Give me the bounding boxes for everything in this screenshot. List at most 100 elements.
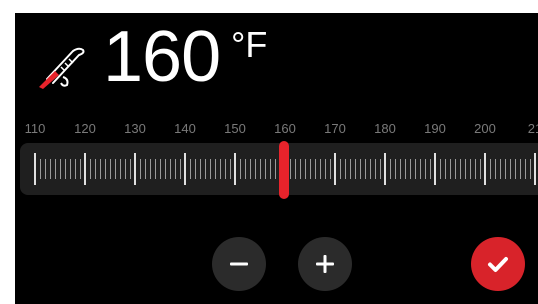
minor-tick xyxy=(530,159,531,179)
minor-tick xyxy=(45,159,46,179)
minor-tick xyxy=(395,159,396,179)
major-tick xyxy=(234,153,236,185)
temperature-value: 160 xyxy=(103,17,221,97)
minor-tick xyxy=(355,159,356,179)
minor-tick xyxy=(345,159,346,179)
minor-tick xyxy=(195,159,196,179)
minor-tick xyxy=(50,159,51,179)
minor-tick xyxy=(250,159,251,179)
minor-tick xyxy=(510,159,511,179)
minor-tick xyxy=(255,159,256,179)
major-tick xyxy=(534,153,536,185)
minor-tick xyxy=(190,159,191,179)
scale-label: 110 xyxy=(24,121,46,136)
minor-tick xyxy=(160,159,161,179)
major-tick xyxy=(434,153,436,185)
minor-tick xyxy=(500,159,501,179)
minor-tick xyxy=(70,159,71,179)
minor-tick xyxy=(175,159,176,179)
minor-tick xyxy=(165,159,166,179)
minor-tick xyxy=(480,159,481,179)
increase-button[interactable] xyxy=(298,237,352,291)
minor-tick xyxy=(240,159,241,179)
minor-tick xyxy=(210,159,211,179)
minor-tick xyxy=(365,159,366,179)
minor-tick xyxy=(525,159,526,179)
minor-tick xyxy=(295,159,296,179)
minor-tick xyxy=(275,159,276,179)
minor-tick xyxy=(90,159,91,179)
minor-tick xyxy=(470,159,471,179)
minor-tick xyxy=(320,159,321,179)
plus-icon xyxy=(316,255,334,273)
minor-tick xyxy=(440,159,441,179)
scale-label: 200 xyxy=(474,121,496,136)
minor-tick xyxy=(125,159,126,179)
minor-tick xyxy=(120,159,121,179)
major-tick xyxy=(384,153,386,185)
minor-tick xyxy=(265,159,266,179)
minor-tick xyxy=(455,159,456,179)
minor-tick xyxy=(215,159,216,179)
minor-tick xyxy=(60,159,61,179)
minor-tick xyxy=(95,159,96,179)
scale-label: 190 xyxy=(424,121,446,136)
major-tick xyxy=(484,153,486,185)
minor-tick xyxy=(315,159,316,179)
minor-tick xyxy=(100,159,101,179)
minor-tick xyxy=(80,159,81,179)
checkmark-icon xyxy=(488,257,508,272)
minor-tick xyxy=(375,159,376,179)
minor-tick xyxy=(520,159,521,179)
temperature-unit: °F xyxy=(231,24,268,65)
minor-tick xyxy=(270,159,271,179)
minor-tick xyxy=(420,159,421,179)
major-tick xyxy=(34,153,36,185)
minor-tick xyxy=(430,159,431,179)
minor-tick xyxy=(105,159,106,179)
minor-tick xyxy=(445,159,446,179)
slider-thumb[interactable] xyxy=(279,141,289,199)
minor-tick xyxy=(515,159,516,179)
minor-tick xyxy=(475,159,476,179)
minor-tick xyxy=(230,159,231,179)
minor-tick xyxy=(310,159,311,179)
minor-tick xyxy=(415,159,416,179)
scale-label: 21 xyxy=(527,121,538,136)
minor-tick xyxy=(505,159,506,179)
confirm-button[interactable] xyxy=(471,237,525,291)
minor-tick xyxy=(495,159,496,179)
minor-tick xyxy=(115,159,116,179)
minor-tick xyxy=(260,159,261,179)
minor-tick xyxy=(40,159,41,179)
scale-label: 150 xyxy=(224,121,246,136)
minor-tick xyxy=(145,159,146,179)
minor-tick xyxy=(460,159,461,179)
minor-tick xyxy=(380,159,381,179)
scale-labels: 110 120 130 140 150 160 170 180 190 200 21 xyxy=(15,121,538,139)
scale-label: 130 xyxy=(124,121,146,136)
scale-label: 180 xyxy=(374,121,396,136)
minor-tick xyxy=(465,159,466,179)
minor-tick xyxy=(200,159,201,179)
minor-tick xyxy=(390,159,391,179)
minor-tick xyxy=(130,159,131,179)
minor-tick xyxy=(405,159,406,179)
minor-tick xyxy=(170,159,171,179)
minor-tick xyxy=(140,159,141,179)
minor-tick xyxy=(325,159,326,179)
minor-tick xyxy=(410,159,411,179)
minor-tick xyxy=(450,159,451,179)
minor-tick xyxy=(490,159,491,179)
minor-tick xyxy=(180,159,181,179)
minor-tick xyxy=(55,159,56,179)
minor-tick xyxy=(205,159,206,179)
minor-tick xyxy=(370,159,371,179)
scale-label: 140 xyxy=(174,121,196,136)
minor-tick xyxy=(65,159,66,179)
minor-tick xyxy=(155,159,156,179)
minor-tick xyxy=(225,159,226,179)
minor-tick xyxy=(290,159,291,179)
minor-tick xyxy=(150,159,151,179)
decrease-button[interactable] xyxy=(212,237,266,291)
